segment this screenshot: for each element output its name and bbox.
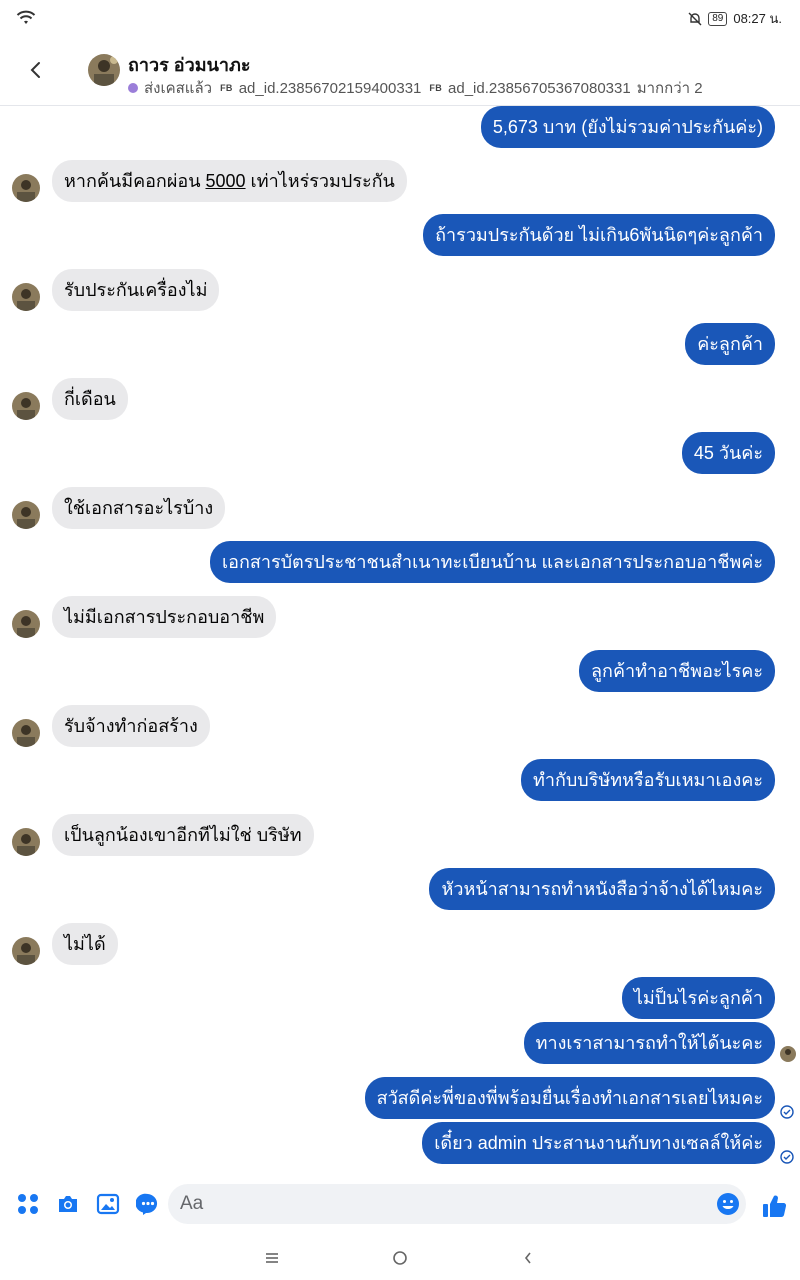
incoming-message[interactable]: ไม่ได้ — [52, 923, 118, 965]
message-bubble[interactable]: กี่เดือน — [52, 378, 128, 420]
outgoing-message[interactable]: ทางเราสามารถทำให้ได้นะคะ — [523, 1022, 775, 1064]
outgoing-message[interactable]: ถ้ารวมประกันด้วย ไม่เกิน6พันนิดๆค่ะลูกค้… — [423, 214, 775, 256]
clock: 08:27 น. — [733, 11, 782, 26]
message-input[interactable] — [180, 1192, 700, 1216]
conversation-header: ถาวร อ่วมนาภะ ส่งเคสแล้ว FB ad_id.238567… — [0, 36, 800, 106]
ad-id-label: ad_id.23856702159400331 — [238, 79, 422, 97]
system-navigation-bar — [0, 1236, 800, 1280]
gallery-button[interactable] — [94, 1190, 122, 1218]
underlined-number[interactable]: 5000 — [206, 171, 246, 191]
outgoing-message[interactable]: 45 วันค่ะ — [681, 432, 775, 474]
apps-grid-icon — [18, 1194, 38, 1214]
wifi-icon — [16, 10, 36, 24]
avatar — [12, 610, 40, 638]
contact-name[interactable]: ถาวร อ่วมนาภะ — [128, 50, 251, 79]
status-bar: 89 08:27 น. — [0, 0, 800, 36]
outgoing-message[interactable]: ลูกค้าทำอาชีพอะไรคะ — [579, 650, 775, 692]
message-bubble[interactable]: ไม่มีเอกสารประกอบอาชีพ — [52, 596, 277, 638]
avatar — [12, 937, 40, 965]
ad-id-label: ad_id.23856705367080331 — [448, 79, 631, 97]
message-bubble[interactable]: รับจ้างทำก่อสร้าง — [52, 705, 210, 747]
outgoing-message[interactable]: หัวหน้าสามารถทำหนังสือว่าจ้างได้ไหมคะ — [429, 868, 775, 910]
incoming-message[interactable]: ไม่มีเอกสารประกอบอาชีพ — [52, 596, 277, 638]
message-bubble[interactable]: ใช้เอกสารอะไรบ้าง — [52, 487, 226, 529]
nav-menu-icon — [266, 1253, 278, 1263]
fb-tag: FB — [220, 83, 233, 93]
outgoing-message[interactable]: สวัสดีค่ะพี่ของพี่พร้อมยื่นเรื่องทำเอกสา… — [364, 1077, 775, 1119]
avatar — [12, 501, 40, 529]
outgoing-message[interactable]: 5,673 บาท (ยังไม่รวมค่าประกันค่ะ) — [480, 106, 775, 148]
message-bubble[interactable]: รับประกันเครื่องไม่ — [52, 269, 220, 311]
read-check-icon — [780, 1150, 794, 1164]
apps-button[interactable] — [14, 1190, 42, 1218]
outgoing-message[interactable]: ค่ะลูกค้า — [685, 323, 775, 365]
message-bubble[interactable]: ลูกค้าทำอาชีพอะไรคะ — [579, 650, 775, 692]
avatar — [12, 283, 40, 311]
message-bubble[interactable]: ถ้ารวมประกันด้วย ไม่เกิน6พันนิดๆค่ะลูกค้… — [423, 214, 775, 256]
incoming-message[interactable]: หากค้นมีคอกผ่อน 5000 เท่าไหร่รวมประกัน — [52, 160, 407, 202]
battery-indicator: 89 — [708, 11, 728, 26]
nav-home-icon — [393, 1251, 407, 1265]
read-check-icon — [780, 1105, 794, 1119]
message-bubble[interactable]: หากค้นมีคอกผ่อน 5000 เท่าไหร่รวมประกัน — [52, 160, 407, 202]
more-labels[interactable]: มากกว่า 2 — [637, 76, 703, 100]
avatar — [12, 392, 40, 420]
message-bubble[interactable]: เอกสารบัตรประชาชนสำเนาทะเบียนบ้าน และเอก… — [209, 541, 775, 583]
mute-bell-icon — [688, 12, 702, 25]
nav-home-button[interactable] — [386, 1244, 414, 1272]
contact-labels: ส่งเคสแล้ว FB ad_id.23856702159400331 FB… — [128, 76, 703, 100]
status-dot — [128, 83, 138, 93]
nav-menu-button[interactable] — [258, 1244, 286, 1272]
nav-back-button[interactable] — [514, 1244, 542, 1272]
thumbs-up-icon[interactable] — [760, 1192, 788, 1220]
incoming-message[interactable]: เป็นลูกน้องเขาอีกทีไม่ใช่ บริษัท — [52, 814, 314, 856]
avatar — [12, 828, 40, 856]
message-bubble[interactable]: หัวหน้าสามารถทำหนังสือว่าจ้างได้ไหมคะ — [429, 868, 775, 910]
incoming-message[interactable]: กี่เดือน — [52, 378, 128, 420]
back-arrow-icon — [30, 62, 40, 78]
avatar — [12, 174, 40, 202]
case-status-label: ส่งเคสแล้ว — [144, 80, 213, 97]
message-bubble[interactable]: เดี๋ยว admin ประสานงานกับทางเซลล์ให้ค่ะ — [422, 1122, 775, 1164]
message-bubble[interactable]: ค่ะลูกค้า — [685, 323, 775, 365]
message-input-box[interactable] — [168, 1184, 746, 1224]
message-bubble[interactable]: สวัสดีค่ะพี่ของพี่พร้อมยื่นเรื่องทำเอกสา… — [364, 1077, 775, 1119]
message-bubble[interactable]: ไม่ป็นไรค่ะลูกค้า — [621, 977, 775, 1019]
back-button[interactable] — [22, 56, 50, 84]
emoji-icon[interactable] — [716, 1192, 740, 1216]
message-bubble[interactable]: เป็นลูกน้องเขาอีกทีไม่ใช่ บริษัท — [52, 814, 314, 856]
outgoing-message[interactable]: ทำกับบริษัทหรือรับเหมาเองคะ — [520, 759, 775, 801]
message-bubble[interactable]: ทางเราสามารถทำให้ได้นะคะ — [523, 1022, 775, 1064]
message-bubble[interactable]: ไม่ได้ — [52, 923, 118, 965]
message-list[interactable]: 5,673 บาท (ยังไม่รวมค่าประกันค่ะ) หากค้น… — [0, 106, 800, 1170]
outgoing-message[interactable]: เอกสารบัตรประชาชนสำเนาทะเบียนบ้าน และเอก… — [209, 541, 775, 583]
message-composer — [0, 1180, 800, 1230]
camera-icon — [59, 1196, 77, 1212]
message-bubble[interactable]: ทำกับบริษัทหรือรับเหมาเองคะ — [520, 759, 775, 801]
camera-button[interactable] — [54, 1190, 82, 1218]
outgoing-message[interactable]: เดี๋ยว admin ประสานงานกับทางเซลล์ให้ค่ะ — [422, 1122, 775, 1164]
avatar — [12, 719, 40, 747]
incoming-message[interactable]: ใช้เอกสารอะไรบ้าง — [52, 487, 226, 529]
contact-avatar[interactable] — [88, 54, 120, 86]
message-bubble[interactable]: 5,673 บาท (ยังไม่รวมค่าประกันค่ะ) — [480, 106, 775, 148]
messenger-button[interactable] — [134, 1190, 162, 1218]
incoming-message[interactable]: รับประกันเครื่องไม่ — [52, 269, 220, 311]
read-receipt-avatar — [780, 1046, 796, 1062]
messenger-icon — [136, 1193, 157, 1215]
fb-tag: FB — [429, 83, 443, 93]
message-bubble[interactable]: 45 วันค่ะ — [681, 432, 775, 474]
incoming-message[interactable]: รับจ้างทำก่อสร้าง — [52, 705, 210, 747]
outgoing-message[interactable]: ไม่ป็นไรค่ะลูกค้า — [621, 977, 775, 1019]
image-icon — [96, 1193, 120, 1215]
nav-back-icon — [524, 1252, 531, 1264]
